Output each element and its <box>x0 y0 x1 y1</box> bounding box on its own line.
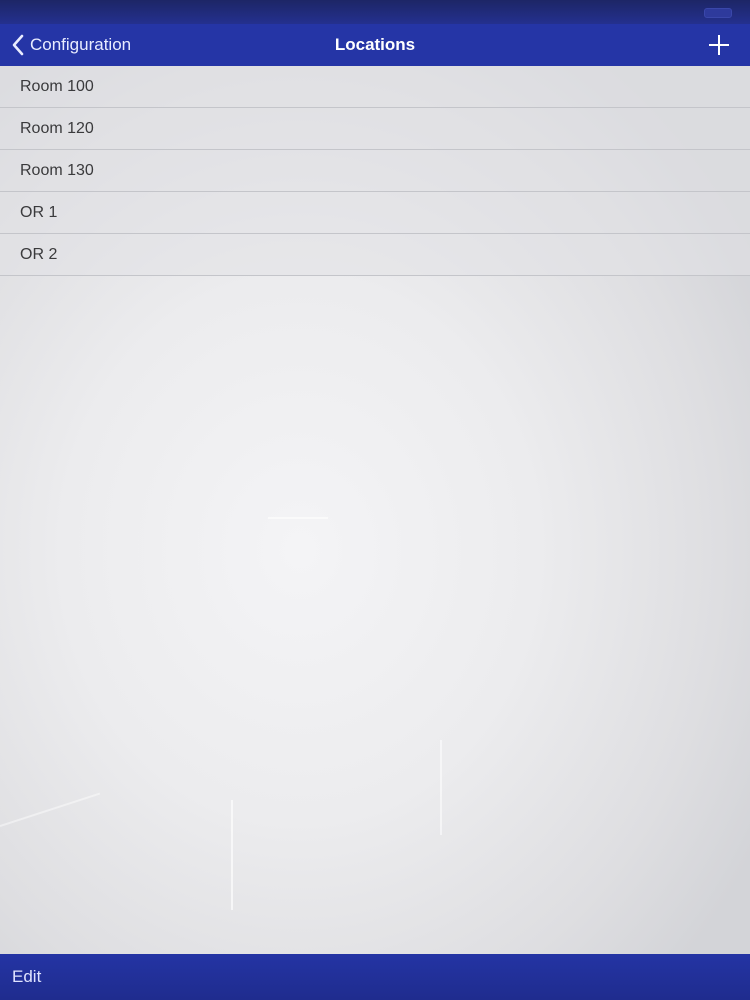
list-item-label: Room 100 <box>20 77 94 95</box>
list-item-label: Room 120 <box>20 119 94 137</box>
screen-glare <box>231 800 233 910</box>
list-item-label: OR 1 <box>20 203 58 221</box>
plus-icon <box>709 35 729 55</box>
bottom-toolbar: Edit <box>0 954 750 1000</box>
list-item-location[interactable]: Room 130 <box>0 150 750 192</box>
back-button[interactable]: Configuration <box>10 24 131 66</box>
list-item-location[interactable]: OR 2 <box>0 234 750 276</box>
locations-list: Room 100 Room 120 Room 130 OR 1 OR 2 <box>0 66 750 276</box>
list-item-location[interactable]: Room 120 <box>0 108 750 150</box>
battery-icon <box>704 8 732 18</box>
list-item-location[interactable]: Room 100 <box>0 66 750 108</box>
edit-button[interactable]: Edit <box>12 954 41 1000</box>
list-item-label: Room 130 <box>20 161 94 179</box>
screen-glare <box>0 792 101 827</box>
add-location-button[interactable] <box>706 32 732 58</box>
status-bar <box>0 0 750 24</box>
chevron-left-icon <box>12 34 24 56</box>
back-button-label: Configuration <box>30 35 132 54</box>
screen-glare <box>268 517 328 519</box>
navigation-bar: Configuration Locations <box>0 24 750 66</box>
screen: Configuration Locations Room 100 Room 12… <box>0 0 750 1000</box>
list-item-label: OR 2 <box>20 245 58 263</box>
screen-glare <box>440 740 442 835</box>
list-item-location[interactable]: OR 1 <box>0 192 750 234</box>
